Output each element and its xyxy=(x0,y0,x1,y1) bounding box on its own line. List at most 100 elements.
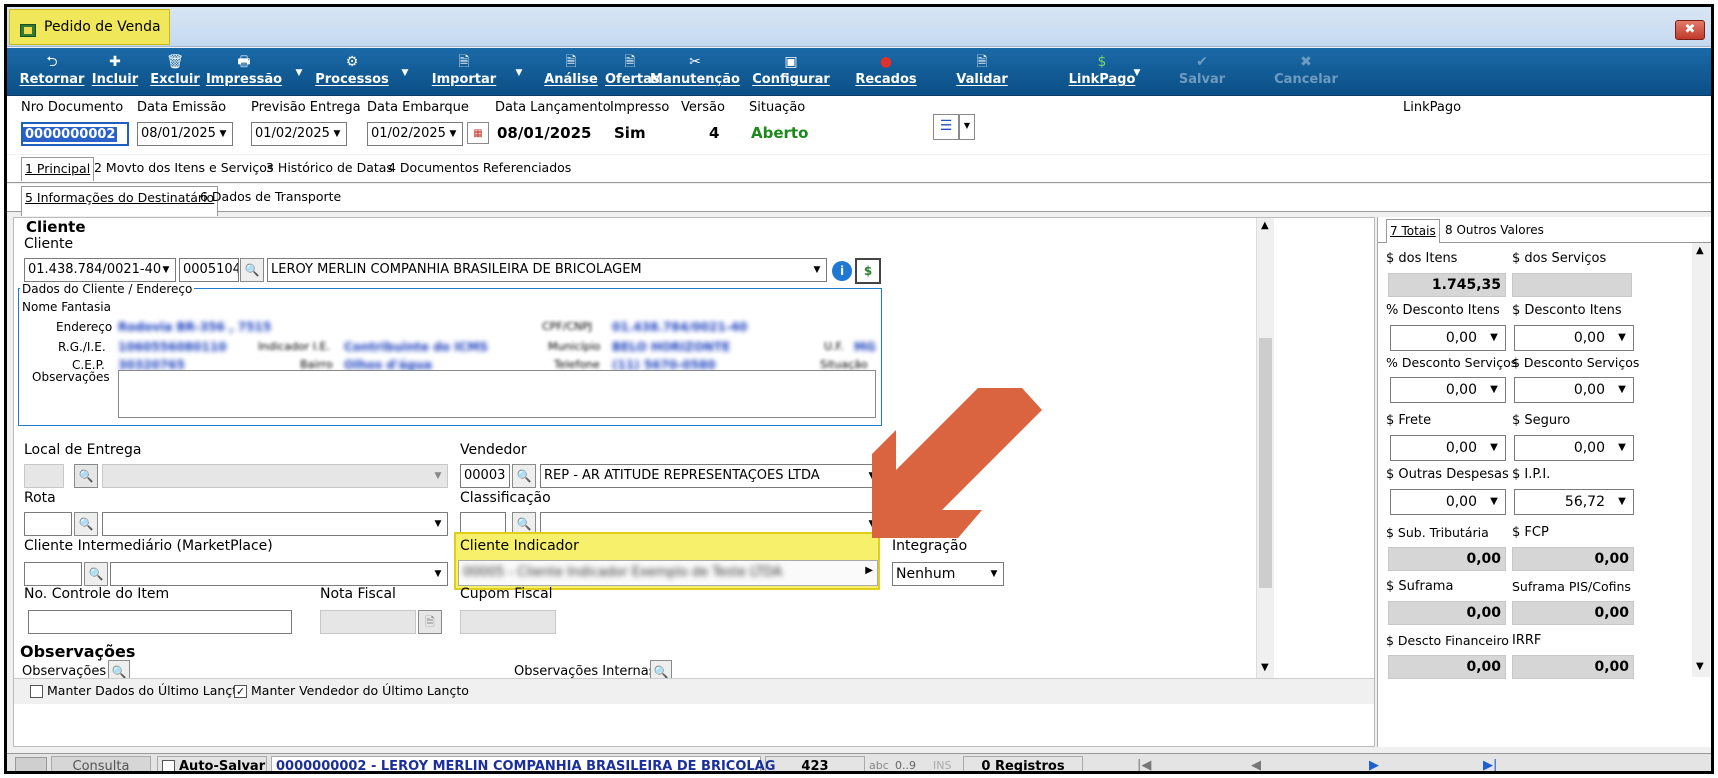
chevron-down-icon[interactable]: ▼ xyxy=(1611,378,1633,402)
rota-nome-field[interactable]: ▼ xyxy=(102,512,448,536)
vendedor-codigo-field[interactable]: 00003 xyxy=(460,464,510,488)
vendedor-nome-field[interactable]: REP - AR ATITUDE REPRESENTAÇOES LTDA ▼ xyxy=(540,464,882,488)
controle-item-field[interactable] xyxy=(28,610,292,634)
tab-outros-valores[interactable]: 8 Outros Valores xyxy=(1442,219,1547,243)
tab-totais[interactable]: 7 Totais xyxy=(1386,219,1440,243)
processos-button[interactable]: ⚙ Processos xyxy=(315,48,389,96)
manter-vendedor-option[interactable]: ✓ Manter Vendedor do Último Lançto xyxy=(234,683,469,698)
scrollbar-thumb[interactable] xyxy=(1259,338,1272,588)
main-scrollbar[interactable]: ▲ ▼ xyxy=(1256,218,1274,678)
cupom-fiscal-field[interactable] xyxy=(460,610,556,634)
money-bag-icon[interactable]: $ xyxy=(855,258,881,284)
seguro-field[interactable]: 0,00 ▼ xyxy=(1514,435,1634,461)
info-icon[interactable]: i xyxy=(832,261,852,281)
manter-dados-checkbox[interactable] xyxy=(30,685,43,698)
chevron-down-icon[interactable]: ▼ xyxy=(429,563,447,585)
salvar-button[interactable]: ✔ Salvar xyxy=(1177,48,1227,96)
tab-dados-transporte[interactable]: 6 Dados de Transporte xyxy=(197,186,344,210)
ipi-field[interactable]: 56,72 ▼ xyxy=(1514,489,1634,515)
document-icon[interactable]: 🗎 xyxy=(418,610,442,634)
configurar-button[interactable]: ▣ Configurar xyxy=(751,48,831,96)
frete-field[interactable]: 0,00 ▼ xyxy=(1390,435,1506,461)
local-entrega-codigo-field[interactable] xyxy=(24,464,64,488)
search-icon[interactable]: 🔍 xyxy=(74,512,98,536)
chevron-down-icon[interactable]: ▼ xyxy=(1131,48,1143,96)
cancelar-button[interactable]: ✖ Cancelar xyxy=(1271,48,1341,96)
incluir-button[interactable]: ✚ Incluir xyxy=(91,48,139,96)
local-entrega-nome-field[interactable]: ▼ xyxy=(102,464,448,488)
rota-codigo-field[interactable] xyxy=(24,512,72,536)
pct-desconto-itens-field[interactable]: 0,00 ▼ xyxy=(1390,325,1506,351)
search-icon[interactable]: 🔍 xyxy=(512,464,536,488)
chevron-down-icon[interactable]: ▼ xyxy=(429,513,447,535)
recados-button[interactable]: ● Recados xyxy=(853,48,919,96)
cliente-indicador-field[interactable]: 00005 - Cliente Indicador Exemplo de Tes… xyxy=(458,560,878,586)
validar-button[interactable]: 🗎 Validar xyxy=(955,48,1009,96)
manutencao-button[interactable]: ✂ Manutenção xyxy=(649,48,741,96)
chevron-down-icon[interactable]: ▼ xyxy=(1483,436,1505,460)
search-icon[interactable]: 🔍 xyxy=(84,562,108,586)
last-record-icon[interactable]: ▶| xyxy=(1483,756,1497,771)
endereco-observacoes-field[interactable] xyxy=(118,370,876,418)
data-emissao-field[interactable]: 08/01/2025 ▼ xyxy=(137,122,233,146)
ofertas-button[interactable]: 🗎 Ofertas xyxy=(605,48,660,96)
cliente-intermediario-nome-field[interactable]: ▼ xyxy=(110,562,448,586)
chevron-down-icon[interactable]: ▼ xyxy=(1483,326,1505,350)
calendar-icon[interactable]: ▦ xyxy=(467,122,489,144)
data-embarque-field[interactable]: 01/02/2025 ▼ xyxy=(367,122,463,146)
manter-vendedor-checkbox[interactable]: ✓ xyxy=(234,685,247,698)
chevron-down-icon[interactable]: ▼ xyxy=(959,114,975,140)
previsao-entrega-field[interactable]: 01/02/2025 ▼ xyxy=(251,122,347,146)
chevron-down-icon[interactable]: ▼ xyxy=(1483,378,1505,402)
search-icon[interactable]: 🔍 xyxy=(74,464,98,488)
retornar-button[interactable]: ⮌ Retornar xyxy=(19,48,85,96)
analise-button[interactable]: 🗎 Análise xyxy=(543,48,599,96)
desconto-itens-field[interactable]: 0,00 ▼ xyxy=(1514,325,1634,351)
cliente-nome-field[interactable]: LEROY MERLIN COMPANHIA BRASILEIRA DE BRI… xyxy=(267,258,827,282)
chevron-down-icon[interactable]: ▼ xyxy=(328,123,346,145)
chevron-down-icon[interactable]: ▼ xyxy=(429,465,447,487)
cliente-intermediario-codigo-field[interactable] xyxy=(24,562,82,586)
chevron-down-icon[interactable]: ▼ xyxy=(808,259,826,281)
chevron-down-icon[interactable]: ▼ xyxy=(1261,662,1269,673)
chevron-right-icon[interactable]: ▶ xyxy=(865,565,873,576)
nro-documento-field[interactable]: 0000000002 xyxy=(21,122,129,146)
first-record-icon[interactable]: |◀ xyxy=(1137,756,1151,771)
chevron-down-icon[interactable]: ▼ xyxy=(1696,661,1704,672)
impressao-button[interactable]: 🖶 Impressão xyxy=(205,48,283,96)
tab-movto-itens[interactable]: 2 Movto dos Itens e Serviços xyxy=(91,157,276,181)
chevron-down-icon[interactable]: ▼ xyxy=(293,48,305,96)
list-view-icon[interactable]: ☰ xyxy=(933,114,959,140)
chevron-down-icon[interactable]: ▼ xyxy=(1611,326,1633,350)
chevron-up-icon[interactable]: ▲ xyxy=(1696,245,1704,256)
outras-despesas-field[interactable]: 0,00 ▼ xyxy=(1390,489,1506,515)
chevron-down-icon[interactable]: ▼ xyxy=(444,123,462,145)
chevron-down-icon[interactable]: ▼ xyxy=(985,563,1003,585)
excluir-button[interactable]: 🗑 Excluir xyxy=(147,48,203,96)
chevron-down-icon[interactable]: ▼ xyxy=(157,259,175,281)
cliente-cnpj-field[interactable]: 01.438.784/0021-40 ▼ xyxy=(24,258,176,282)
chevron-down-icon[interactable]: ▼ xyxy=(399,48,411,96)
close-button[interactable]: ✖ xyxy=(1675,20,1705,40)
manter-dados-option[interactable]: Manter Dados do Último Lançto xyxy=(30,683,245,698)
search-icon[interactable]: 🔍 xyxy=(240,258,264,282)
totals-scrollbar[interactable]: ▲ ▼ xyxy=(1692,243,1710,677)
chevron-down-icon[interactable]: ▼ xyxy=(1611,436,1633,460)
next-record-icon[interactable]: ▶ xyxy=(1369,756,1379,771)
pct-desconto-servicos-field[interactable]: 0,00 ▼ xyxy=(1390,377,1506,403)
cliente-codigo-field[interactable]: 0005104 xyxy=(179,258,239,282)
tab-informacoes-destinatario[interactable]: 5 Informações do Destinatário xyxy=(21,186,219,216)
prev-record-icon[interactable]: ◀ xyxy=(1251,756,1261,771)
desconto-servicos-field[interactable]: 0,00 ▼ xyxy=(1514,377,1634,403)
chevron-down-icon[interactable]: ▼ xyxy=(1483,490,1505,514)
importar-button[interactable]: 🗎 Importar xyxy=(425,48,503,96)
linkpago-button[interactable]: $ LinkPago xyxy=(1067,48,1137,96)
keyboard-icon[interactable] xyxy=(15,757,47,771)
chevron-up-icon[interactable]: ▲ xyxy=(1261,220,1269,231)
chevron-down-icon[interactable]: ▼ xyxy=(1611,490,1633,514)
auto-salvar-checkbox[interactable] xyxy=(162,760,175,771)
tab-principal[interactable]: 1 Principal xyxy=(21,157,95,181)
integracao-field[interactable]: Nenhum ▼ xyxy=(892,562,1004,586)
tab-documentos-referenciados[interactable]: 4 Documentos Referenciados xyxy=(385,157,574,181)
nota-fiscal-field[interactable] xyxy=(320,610,416,634)
